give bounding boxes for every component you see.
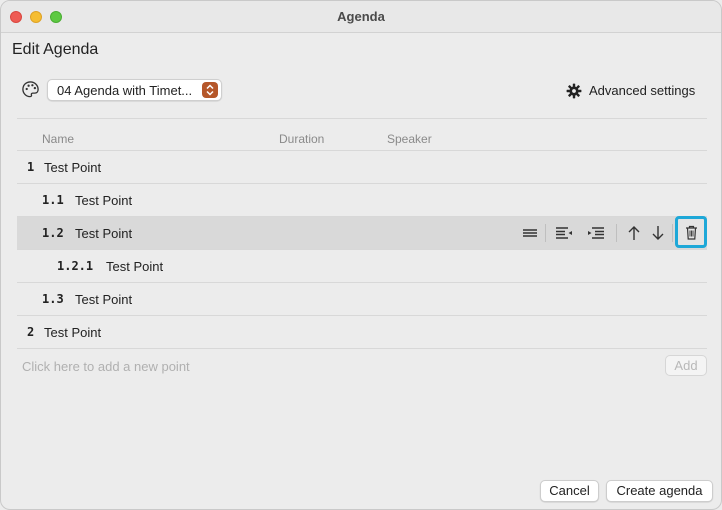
agenda-row[interactable]: 1.3 Test Point	[17, 282, 707, 315]
agenda-row[interactable]: 2 Test Point	[17, 315, 707, 348]
agenda-item-label: Test Point	[75, 193, 133, 208]
column-header-speaker: Speaker	[387, 132, 432, 146]
agenda-item-number: 1.3	[42, 292, 64, 306]
title-bar: Agenda	[1, 1, 721, 33]
agenda-row[interactable]: 1 Test Point	[17, 150, 707, 183]
page-title: Edit Agenda	[12, 41, 99, 58]
trash-icon	[686, 225, 697, 240]
indent-icon[interactable]	[587, 225, 605, 241]
divider	[672, 224, 673, 242]
move-down-icon[interactable]	[649, 225, 667, 241]
agenda-row[interactable]: 1.2.1 Test Point	[17, 249, 707, 282]
agenda-item-label: Test Point	[75, 292, 133, 307]
agenda-item-label: Test Point	[106, 259, 164, 274]
agenda-item-number: 1.2.1	[57, 259, 94, 273]
agenda-item-number: 1.1	[42, 193, 64, 207]
palette-icon[interactable]	[21, 80, 40, 99]
agenda-window: Agenda Edit Agenda 04 Agenda with Timet.…	[0, 0, 722, 510]
agenda-row-selected[interactable]: 1.2 Test Point	[17, 216, 707, 249]
divider	[616, 224, 617, 242]
cancel-button[interactable]: Cancel	[540, 480, 599, 502]
delete-button[interactable]	[675, 216, 707, 248]
agenda-item-number: 2	[27, 325, 35, 339]
create-agenda-button[interactable]: Create agenda	[606, 480, 713, 502]
drag-handle-icon[interactable]	[521, 225, 539, 241]
agenda-item-label: Test Point	[44, 160, 102, 175]
agenda-item-label: Test Point	[44, 325, 102, 340]
add-point-row: Click here to add a new point Add	[17, 348, 707, 381]
column-header-name: Name	[42, 132, 75, 146]
column-header-duration: Duration	[279, 132, 325, 146]
row-action-toolbar	[517, 216, 707, 250]
divider	[545, 224, 546, 242]
template-select-value: 04 Agenda with Timet...	[57, 83, 193, 98]
advanced-settings-label: Advanced settings	[589, 83, 696, 98]
agenda-item-label: Test Point	[75, 226, 133, 241]
add-button[interactable]: Add	[665, 355, 707, 376]
window-title: Agenda	[337, 9, 385, 24]
select-stepper-icon	[202, 82, 218, 98]
move-up-icon[interactable]	[625, 225, 643, 241]
agenda-item-number: 1	[27, 160, 35, 174]
agenda-row[interactable]: 1.1 Test Point	[17, 183, 707, 216]
gear-icon	[566, 83, 582, 99]
divider	[17, 118, 707, 119]
template-select[interactable]: 04 Agenda with Timet...	[47, 79, 222, 101]
agenda-item-number: 1.2	[42, 226, 64, 240]
outdent-icon[interactable]	[555, 225, 573, 241]
add-point-input[interactable]: Click here to add a new point	[22, 359, 190, 374]
